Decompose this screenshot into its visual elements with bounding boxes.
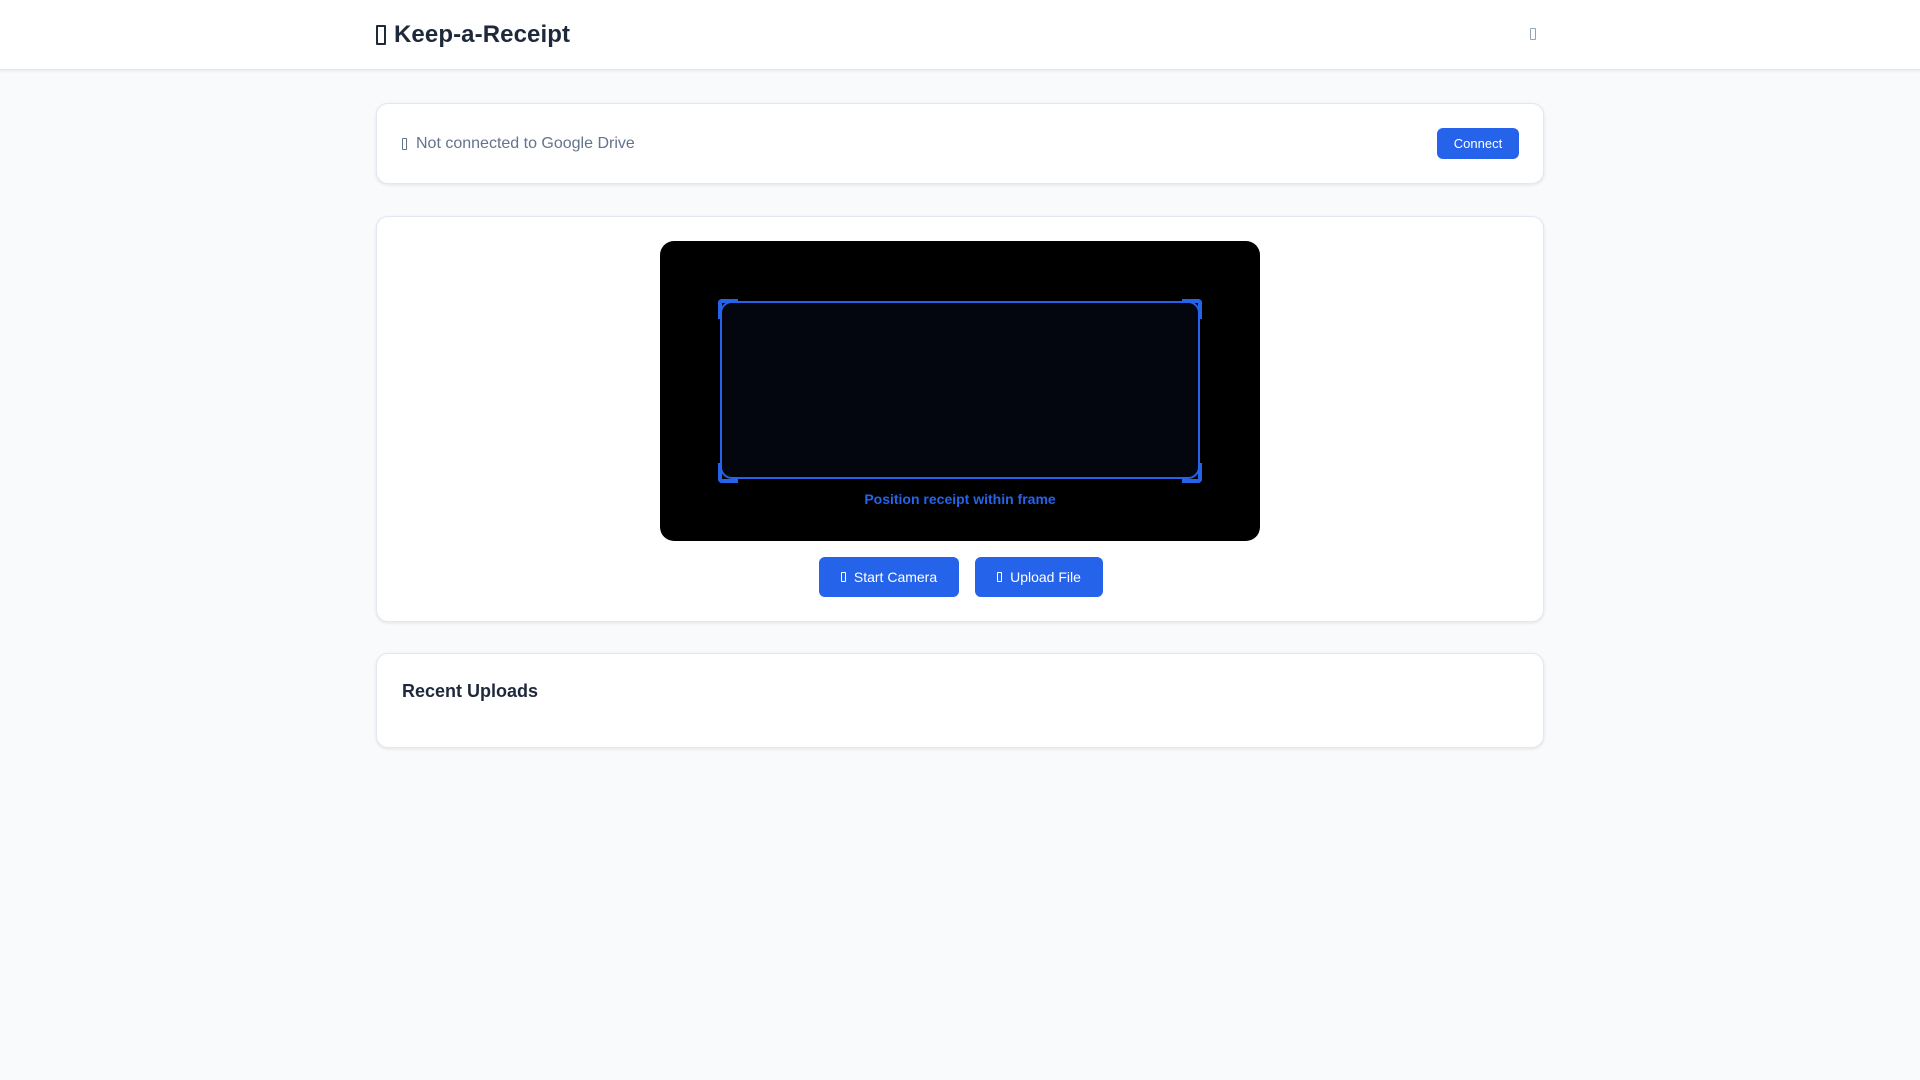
frame-corner-bottom-right xyxy=(1182,463,1202,483)
drive-status-text: Not connected to Google Drive xyxy=(416,135,635,152)
menu-icon[interactable] xyxy=(1530,28,1536,40)
receipt-icon xyxy=(376,25,386,45)
connect-button[interactable]: Connect xyxy=(1437,128,1519,159)
brand: Keep-a-Receipt xyxy=(376,19,570,51)
scanner-actions: Start Camera Upload File xyxy=(377,557,1545,597)
app-title: Keep-a-Receipt xyxy=(394,21,571,48)
recent-uploads-card: Recent Uploads xyxy=(376,653,1544,748)
drive-connection-card: Not connected to Google Drive Connect xyxy=(376,103,1544,184)
frame-corner-top-right xyxy=(1182,299,1202,319)
start-camera-button[interactable]: Start Camera xyxy=(819,557,959,597)
frame-corner-bottom-left xyxy=(718,463,738,483)
cloud-icon xyxy=(402,138,407,150)
app-header: Keep-a-Receipt xyxy=(0,0,1920,70)
start-camera-label: Start Camera xyxy=(853,569,938,585)
upload-file-button[interactable]: Upload File xyxy=(975,557,1103,597)
frame-corner-top-left xyxy=(718,299,738,319)
upload-file-label: Upload File xyxy=(1010,569,1081,585)
camera-viewport: Position receipt within frame xyxy=(660,241,1260,541)
receipt-frame xyxy=(720,301,1200,479)
drive-status: Not connected to Google Drive xyxy=(402,133,635,155)
camera-icon xyxy=(840,572,846,582)
frame-hint: Position receipt within frame xyxy=(864,491,1056,507)
recent-uploads-title: Recent Uploads xyxy=(402,681,539,701)
upload-icon xyxy=(997,572,1003,582)
scanner-card: Position receipt within frame Start Came… xyxy=(376,216,1544,622)
